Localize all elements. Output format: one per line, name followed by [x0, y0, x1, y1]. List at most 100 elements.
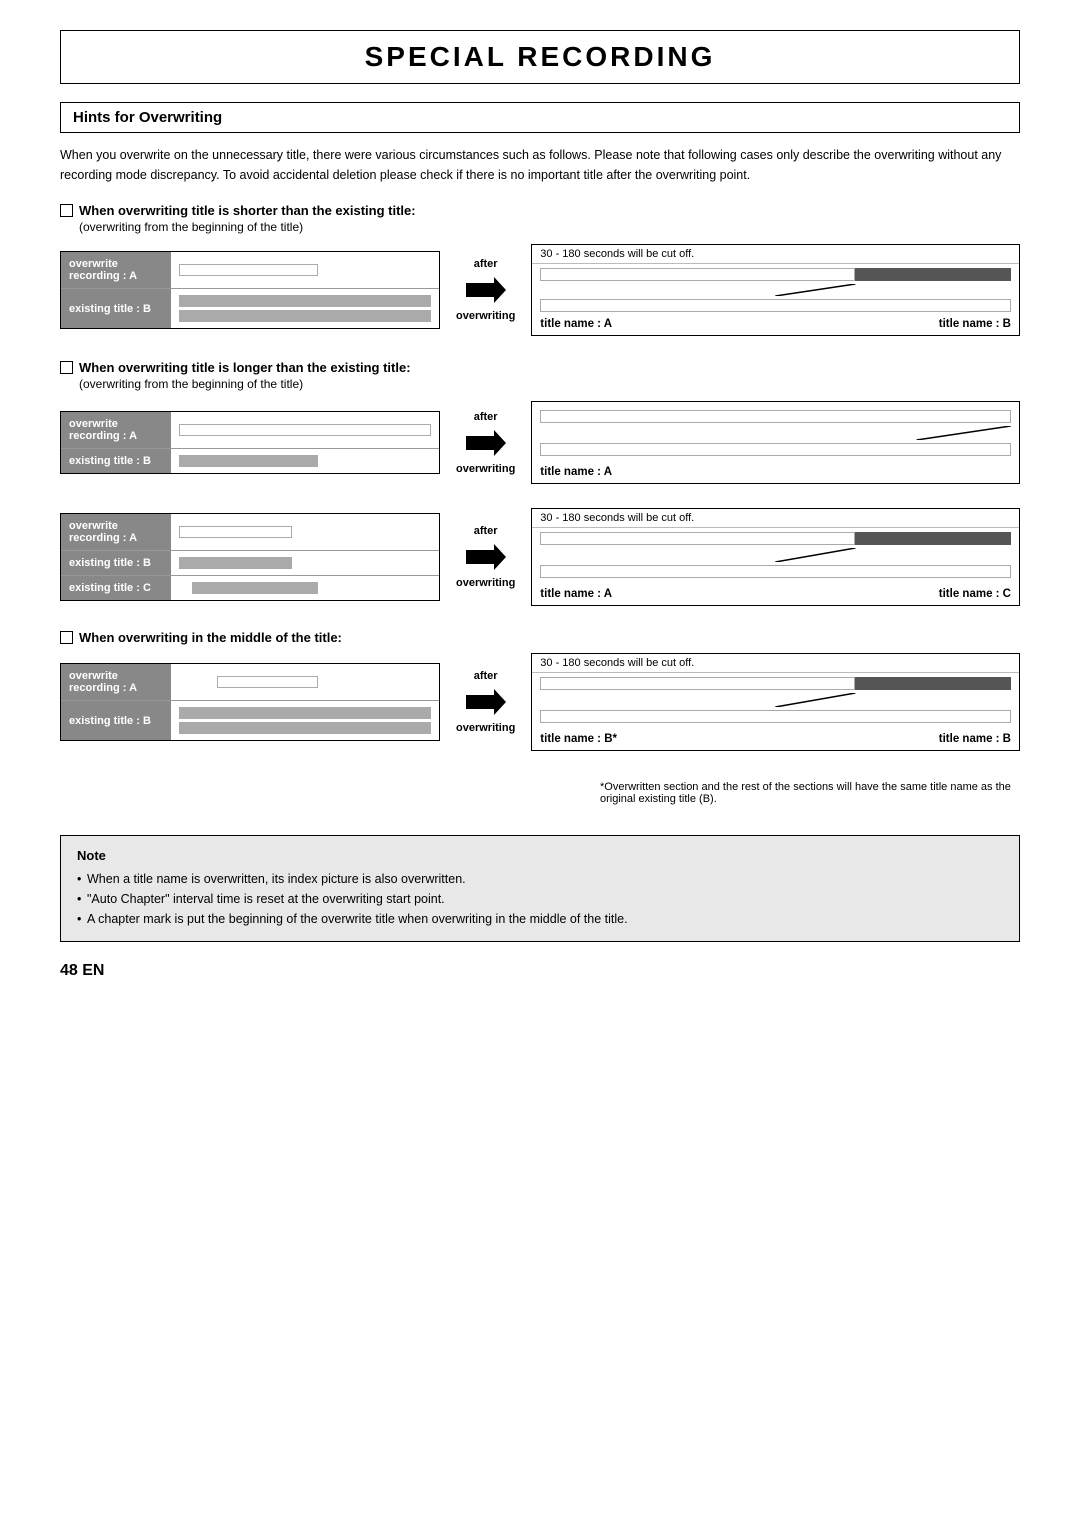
- right-diagram-2: title name : A: [531, 401, 1020, 484]
- bar-gray-4b1: [179, 707, 431, 719]
- left-diagram-1: overwrite recording : A existing title :…: [60, 251, 440, 329]
- left-row-4b: existing title : B: [61, 701, 439, 740]
- intro-text: When you overwrite on the unnecessary ti…: [60, 145, 1020, 185]
- scenario-2: When overwriting title is longer than th…: [60, 360, 1020, 484]
- right-bars-3: [532, 528, 1019, 586]
- right-label-1a: title name : A: [540, 318, 612, 330]
- row-content-4a: [171, 664, 439, 700]
- left-diagram-4: overwrite recording : A existing title :…: [60, 663, 440, 741]
- split-dark-4: [855, 677, 1011, 690]
- diagonal-line-4: [540, 693, 1011, 707]
- right-bars-1: [532, 264, 1019, 316]
- split-white-4: [540, 677, 854, 690]
- left-diagram-2: overwrite recording : A existing title :…: [60, 411, 440, 474]
- arrow-2: after overwriting: [456, 411, 515, 475]
- note-list: When a title name is overwritten, its in…: [77, 869, 1003, 929]
- split-dark-1: [855, 268, 1011, 281]
- row-label-1a: overwrite recording : A: [61, 252, 171, 288]
- right-labels-2: title name : A: [532, 464, 1019, 483]
- row-content-3b: [171, 551, 439, 575]
- bar-gray-2b: [179, 455, 318, 467]
- split-white-3: [540, 532, 854, 545]
- row-label-1b: existing title : B: [61, 289, 171, 328]
- after-label-3: after: [474, 525, 498, 537]
- right-labels-4: title name : B* title name : B: [532, 731, 1019, 750]
- row-label-2b: existing title : B: [61, 449, 171, 473]
- right-label-3b: title name : C: [939, 588, 1011, 600]
- row-content-2a: [171, 412, 439, 448]
- left-row-1b: existing title : B: [61, 289, 439, 328]
- scenario-3: overwrite recording : A existing title :…: [60, 508, 1020, 606]
- arrow-3: after overwriting: [456, 525, 515, 589]
- single-white-1: [540, 299, 1011, 312]
- scenario-2-subtitle: (overwriting from the beginning of the t…: [79, 377, 1020, 391]
- row-content-3a: [171, 514, 439, 550]
- note-title: Note: [77, 848, 1003, 863]
- right-note-1: 30 - 180 seconds will be cut off.: [532, 245, 1019, 264]
- scenario-1: When overwriting title is shorter than t…: [60, 203, 1020, 336]
- row-content-4b: [171, 701, 439, 740]
- checkbox-icon-1: [60, 204, 73, 217]
- overwriting-label-3: overwriting: [456, 577, 515, 589]
- bar-gray-1: [179, 295, 431, 307]
- checkbox-icon-4: [60, 631, 73, 644]
- split-dark-3: [855, 532, 1011, 545]
- left-row-3c: existing title : C: [61, 576, 439, 600]
- note-box: Note When a title name is overwritten, i…: [60, 835, 1020, 942]
- scenario-4: When overwriting in the middle of the ti…: [60, 630, 1020, 805]
- checkbox-icon-2: [60, 361, 73, 374]
- left-row-4a: overwrite recording : A: [61, 664, 439, 701]
- single-white-4: [540, 710, 1011, 723]
- diagram-row-2: overwrite recording : A existing title :…: [60, 401, 1020, 484]
- scenario-1-subtitle: (overwriting from the beginning of the t…: [79, 220, 1020, 234]
- right-bars-4: [532, 673, 1019, 731]
- right-diagram-1: 30 - 180 seconds will be cut off. title …: [531, 244, 1020, 336]
- scenario-4-title: When overwriting in the middle of the ti…: [60, 630, 1020, 645]
- row-content-3c: [171, 576, 439, 600]
- diagram-row-1: overwrite recording : A existing title :…: [60, 244, 1020, 336]
- bar-white-3a: [179, 526, 292, 538]
- page-title: SPECIAL RECORDING: [60, 30, 1020, 84]
- right-labels-1: title name : A title name : B: [532, 316, 1019, 335]
- bar-gray-4b2: [179, 722, 431, 734]
- after-label-4: after: [474, 670, 498, 682]
- footnote: *Overwritten section and the rest of the…: [600, 781, 1020, 805]
- split-bar-4: [540, 677, 1011, 690]
- arrow-icon-3: [466, 539, 506, 575]
- overwriting-label-4: overwriting: [456, 722, 515, 734]
- diagonal-line-1: [540, 284, 1011, 296]
- row-content-2b: [171, 449, 439, 473]
- scenario-2-title: When overwriting title is longer than th…: [60, 360, 1020, 375]
- right-labels-3: title name : A title name : C: [532, 586, 1019, 605]
- row-label-4a: overwrite recording : A: [61, 664, 171, 700]
- right-diagram-3: 30 - 180 seconds will be cut off. title …: [531, 508, 1020, 606]
- page-number: 48 EN: [60, 962, 1020, 980]
- arrow-icon-1: [466, 272, 506, 308]
- bar-gray-3b: [179, 557, 292, 569]
- arrow-icon-2: [466, 425, 506, 461]
- single-white-2b: [540, 443, 1011, 456]
- right-label-1b: title name : B: [939, 318, 1011, 330]
- diagonal-line-3: [540, 548, 1011, 562]
- overwriting-label-1: overwriting: [456, 310, 515, 322]
- arrow-4: after overwriting: [456, 670, 515, 734]
- arrow-1: after overwriting: [456, 258, 515, 322]
- left-row-1a: overwrite recording : A: [61, 252, 439, 289]
- right-label-3a: title name : A: [540, 588, 612, 600]
- row-label-3c: existing title : C: [61, 576, 171, 600]
- note-item-2: "Auto Chapter" interval time is reset at…: [77, 889, 1003, 909]
- right-diagram-4: 30 - 180 seconds will be cut off. title …: [531, 653, 1020, 751]
- right-bars-2: [532, 402, 1019, 464]
- left-row-2b: existing title : B: [61, 449, 439, 473]
- diagram-row-4: overwrite recording : A existing title :…: [60, 653, 1020, 751]
- row-label-4b: existing title : B: [61, 701, 171, 740]
- bar-white-half: [179, 264, 318, 276]
- bar-gray-3c: [192, 582, 318, 594]
- right-note-4: 30 - 180 seconds will be cut off.: [532, 654, 1019, 673]
- bar-white-2a: [179, 424, 431, 436]
- bar-gray-2: [179, 310, 431, 322]
- left-diagram-3: overwrite recording : A existing title :…: [60, 513, 440, 601]
- left-row-3b: existing title : B: [61, 551, 439, 576]
- right-label-4b: title name : B: [939, 733, 1011, 745]
- diagram-row-3: overwrite recording : A existing title :…: [60, 508, 1020, 606]
